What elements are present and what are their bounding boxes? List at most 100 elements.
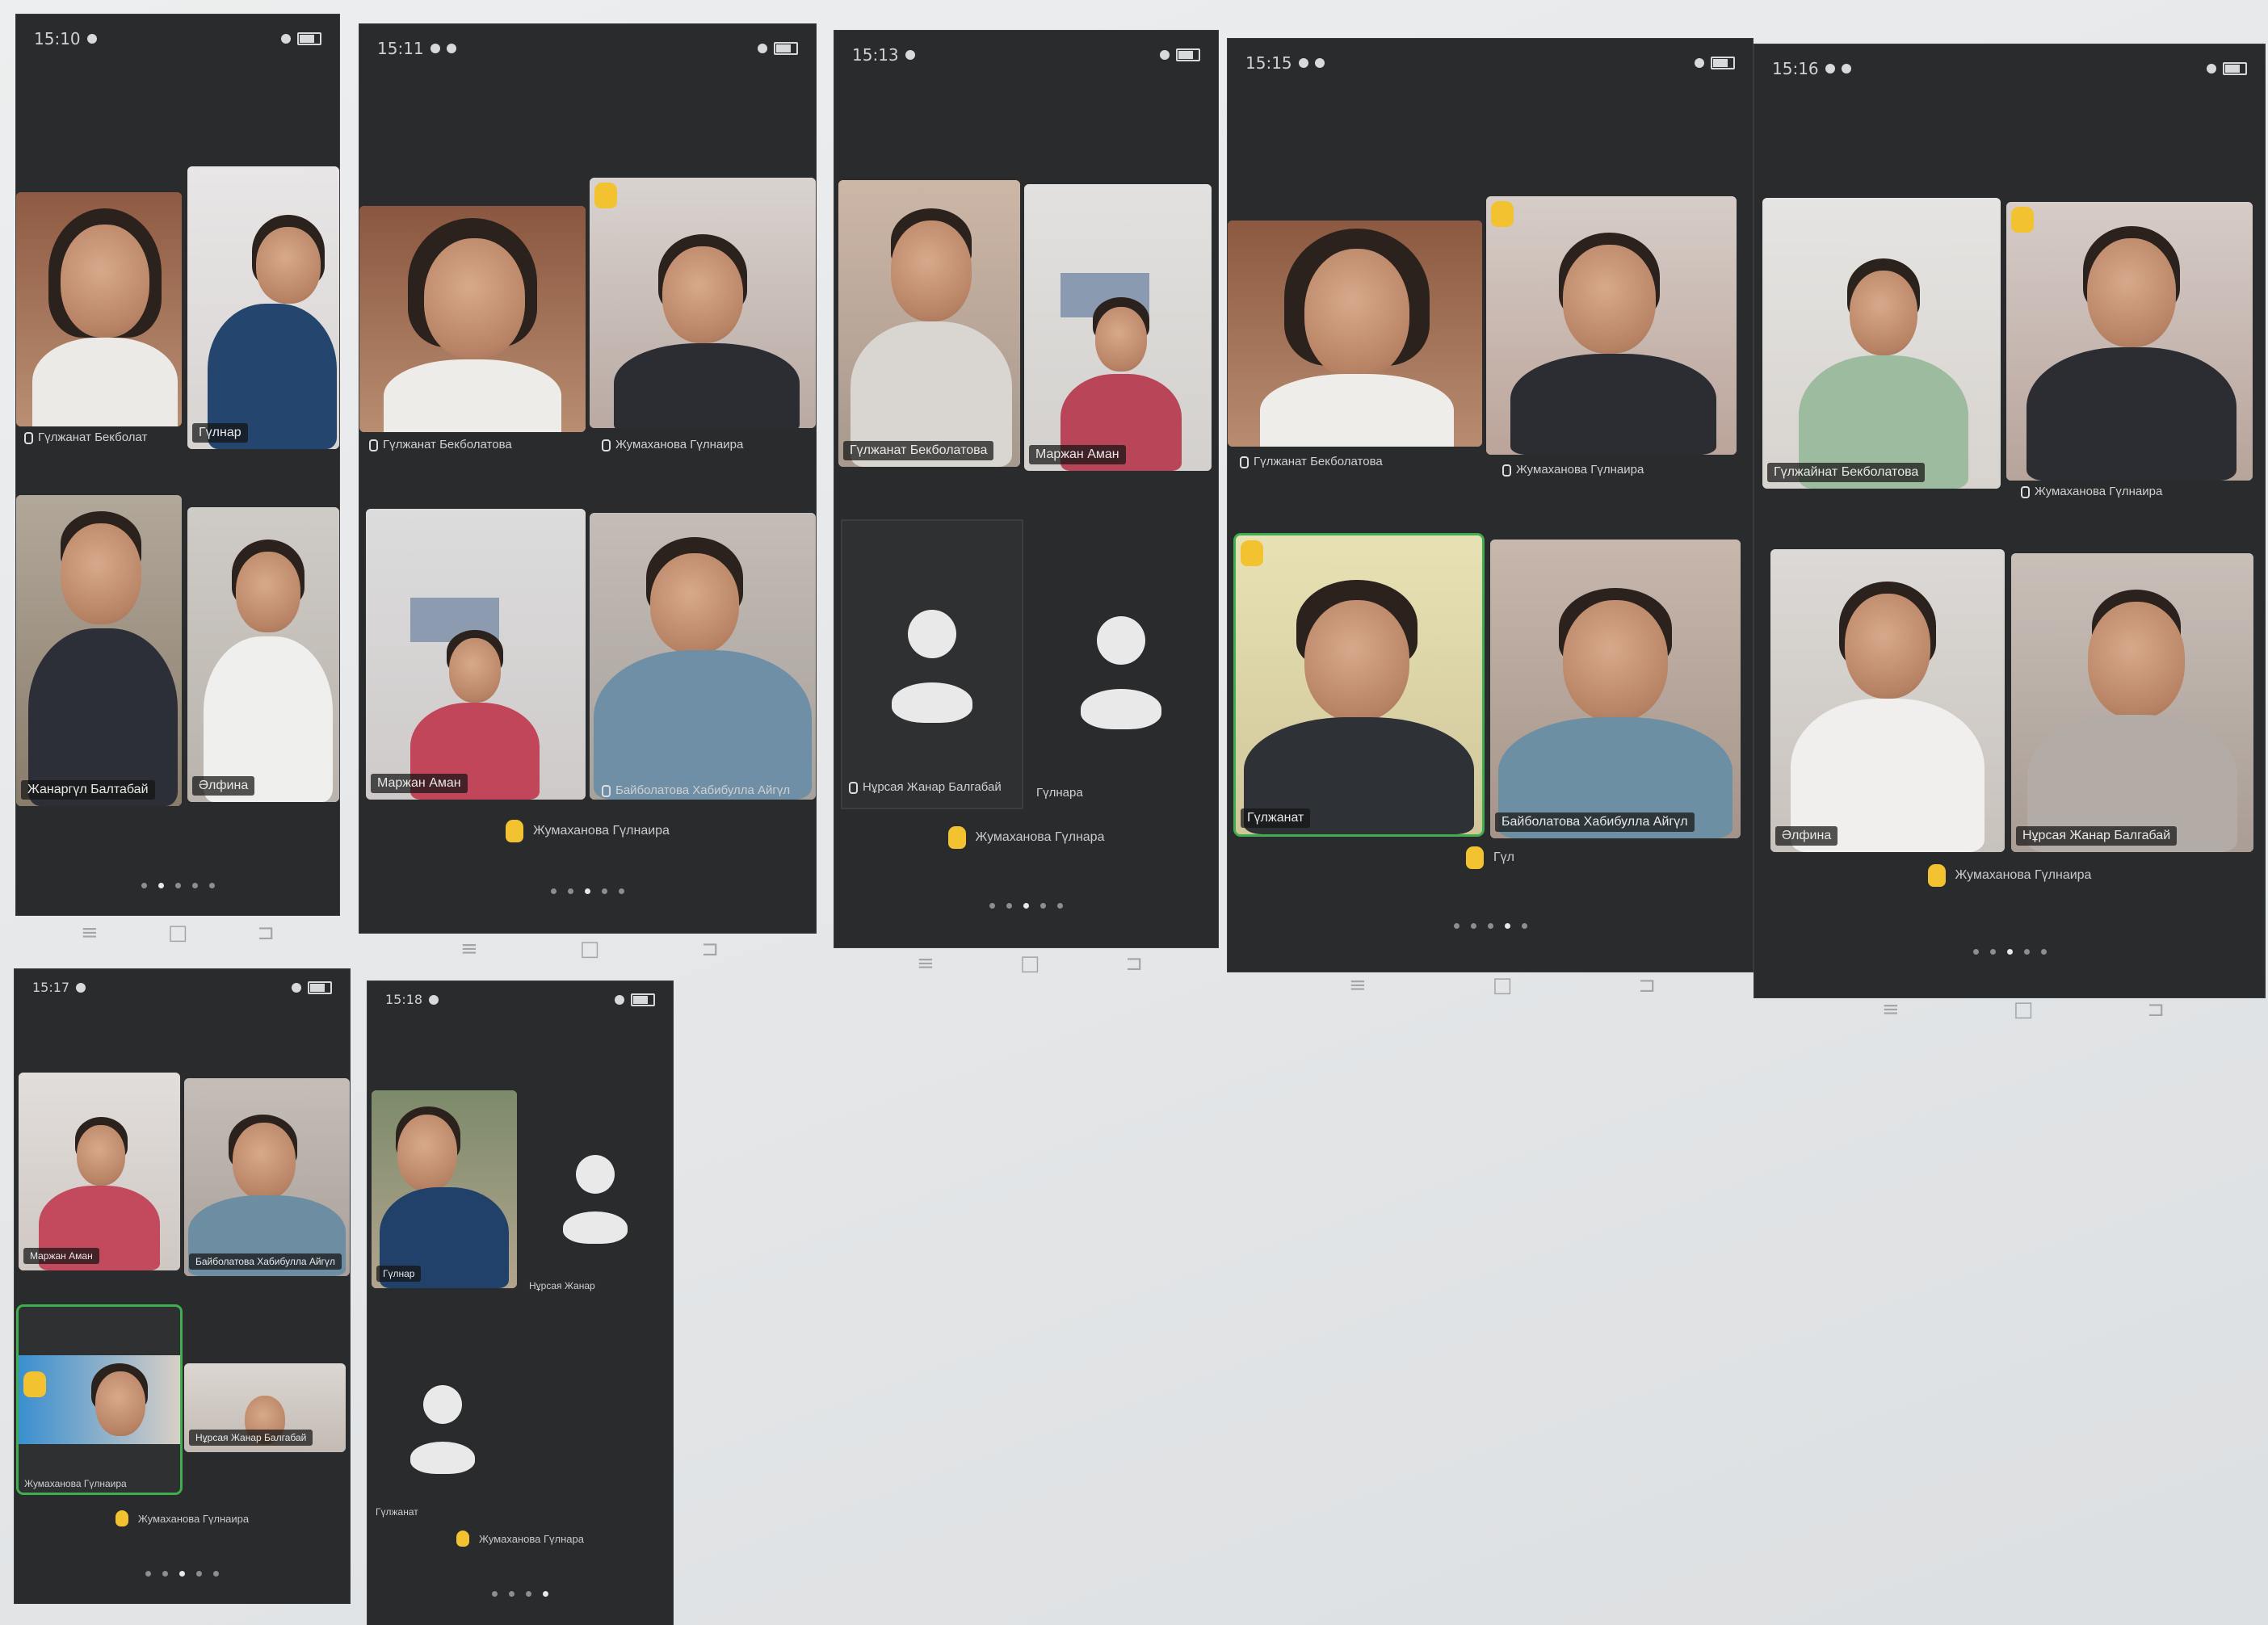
menu-icon[interactable]: ≡ bbox=[460, 937, 478, 961]
battery-icon bbox=[774, 42, 798, 55]
back-icon[interactable]: ⊐ bbox=[257, 921, 275, 945]
participant-name: Байболатова Хабибулла Айгүл bbox=[1495, 812, 1695, 832]
video-tile[interactable]: Нұрсая Жанар Балгабай bbox=[2011, 553, 2253, 852]
status-time: 15:17 bbox=[32, 980, 70, 995]
video-tile[interactable] bbox=[359, 206, 586, 432]
video-tile[interactable]: Гүлнар bbox=[372, 1090, 517, 1288]
video-tile[interactable]: Нұрсая Жанар Балгабай bbox=[184, 1363, 346, 1452]
status-time: 15:16 bbox=[1772, 59, 1819, 78]
notification-icon bbox=[446, 44, 456, 53]
wifi-icon bbox=[615, 994, 624, 1005]
status-bar: 15:13 bbox=[834, 31, 1218, 79]
notification-icon bbox=[1314, 58, 1325, 68]
menu-icon[interactable]: ≡ bbox=[1349, 973, 1367, 997]
battery-icon bbox=[308, 980, 332, 994]
participant-name: Нұрсая Жанар Балгабай bbox=[849, 780, 1002, 794]
mic-icon bbox=[2021, 485, 2030, 498]
raise-hand-icon bbox=[1491, 201, 1514, 227]
participant-name: Гүлжанат Бекболатова bbox=[843, 441, 994, 460]
home-icon[interactable]: □ bbox=[1493, 973, 1513, 997]
video-tile[interactable] bbox=[16, 192, 182, 426]
status-time: 15:18 bbox=[385, 992, 423, 1007]
participant-name: Нұрсая Жанар Балгабай bbox=[189, 1430, 313, 1446]
phone-screenshot-7: 15:18 Гүлнар Нұрсая Жанар Гүлжанат Жумах… bbox=[368, 981, 673, 1625]
notification-icon bbox=[429, 994, 439, 1005]
raise-hand-icon bbox=[506, 820, 524, 842]
wifi-icon bbox=[2207, 64, 2216, 73]
notification-icon bbox=[1298, 58, 1308, 68]
participant-name: Нұрсая Жанар bbox=[529, 1280, 595, 1291]
page-indicator bbox=[359, 888, 816, 894]
video-tile[interactable] bbox=[1228, 220, 1482, 447]
participant-name: Әлфина bbox=[192, 776, 255, 796]
video-tile[interactable] bbox=[1486, 196, 1737, 455]
video-tile-active-speaker[interactable]: Гүлжанат bbox=[1236, 535, 1482, 834]
participant-name: Жанаргүл Балтабай bbox=[21, 780, 155, 800]
back-icon[interactable]: ⊐ bbox=[1638, 973, 1656, 997]
mic-icon bbox=[602, 439, 611, 451]
status-time: 15:11 bbox=[377, 39, 424, 58]
video-tile[interactable]: Гүлжайнат Бекболатова bbox=[1762, 198, 2001, 489]
video-tile[interactable]: Маржан Аман bbox=[366, 509, 586, 800]
participant-name: Байболатова Хабибулла Айгүл bbox=[189, 1253, 342, 1270]
notification-icon bbox=[1825, 64, 1835, 73]
raise-hand-icon bbox=[947, 826, 966, 849]
video-tile[interactable] bbox=[590, 178, 816, 428]
status-bar: 15:11 bbox=[359, 24, 816, 73]
wifi-icon bbox=[1160, 50, 1170, 60]
participant-name: Гүлжанат bbox=[376, 1506, 418, 1518]
page-indicator bbox=[1228, 923, 1753, 929]
page-indicator bbox=[834, 903, 1218, 909]
mic-icon bbox=[602, 784, 611, 797]
raised-hand-bar: Жумаханова Гүлнара bbox=[834, 826, 1218, 849]
video-tile[interactable] bbox=[2006, 202, 2253, 481]
participant-name: Жумаханова Гүлнаира bbox=[602, 438, 743, 451]
status-time: 15:10 bbox=[34, 29, 81, 48]
status-bar: 15:16 bbox=[1754, 44, 2265, 93]
back-icon[interactable]: ⊐ bbox=[1125, 951, 1143, 976]
home-icon[interactable]: □ bbox=[168, 921, 188, 945]
video-tile-active-speaker[interactable] bbox=[19, 1307, 180, 1493]
video-tile[interactable]: Гүлнар bbox=[187, 166, 339, 449]
raised-hand-bar: Жумаханова Гүлнаира bbox=[15, 1510, 350, 1526]
system-nav-bar: ≡ □ ⊐ bbox=[1349, 973, 1656, 997]
video-tile-camera-off[interactable] bbox=[841, 519, 1023, 809]
system-nav-bar: ≡ □ ⊐ bbox=[460, 937, 719, 961]
participant-name: Нұрсая Жанар Балгабай bbox=[2016, 826, 2178, 846]
video-tile[interactable]: Байболатова Хабибулла Айгүл bbox=[184, 1078, 350, 1276]
home-icon[interactable]: □ bbox=[580, 937, 600, 961]
status-time: 15:13 bbox=[852, 45, 899, 65]
page-indicator bbox=[16, 883, 339, 888]
participant-name: Гүлжанат Бекболатова bbox=[1240, 455, 1383, 468]
back-icon[interactable]: ⊐ bbox=[701, 937, 719, 961]
video-tile[interactable]: Әлфина bbox=[1770, 549, 2005, 852]
video-tile[interactable]: Маржан Аман bbox=[1024, 184, 1212, 471]
video-tile[interactable]: Байболатова Хабибулла Айгүл bbox=[1490, 540, 1741, 838]
person-avatar-icon bbox=[563, 1155, 628, 1244]
page-indicator bbox=[1754, 949, 2265, 955]
video-tile-camera-off[interactable] bbox=[1028, 519, 1210, 806]
video-tile[interactable]: Гүлжанат Бекболатова bbox=[838, 180, 1020, 467]
participant-name: Маржан Аман bbox=[1029, 445, 1126, 464]
menu-icon[interactable]: ≡ bbox=[81, 921, 99, 945]
mic-icon bbox=[849, 781, 858, 794]
video-tile[interactable]: Жанаргүл Балтабай bbox=[16, 495, 182, 806]
video-tile[interactable] bbox=[590, 513, 816, 800]
participant-name: Гүлнар bbox=[376, 1266, 422, 1282]
video-tile[interactable]: Әлфина bbox=[187, 507, 339, 802]
home-icon[interactable]: □ bbox=[2014, 997, 2034, 1022]
back-icon[interactable]: ⊐ bbox=[2147, 997, 2165, 1022]
raise-hand-icon bbox=[23, 1371, 46, 1397]
home-icon[interactable]: □ bbox=[1020, 951, 1040, 976]
raise-hand-icon bbox=[1466, 846, 1484, 869]
menu-icon[interactable]: ≡ bbox=[1882, 997, 1900, 1022]
menu-icon[interactable]: ≡ bbox=[917, 951, 934, 976]
participant-name: Әлфина bbox=[1775, 826, 1838, 846]
participant-name: Гүлжанат Бекболат bbox=[24, 430, 147, 444]
participant-name: Байболатова Хабибулла Айгүл bbox=[602, 783, 790, 797]
page-indicator bbox=[368, 1591, 673, 1597]
person-avatar-icon bbox=[1081, 616, 1161, 729]
status-bar: 15:15 bbox=[1228, 39, 1753, 87]
video-tile[interactable]: Маржан Аман bbox=[19, 1073, 180, 1270]
wifi-icon bbox=[758, 44, 767, 53]
